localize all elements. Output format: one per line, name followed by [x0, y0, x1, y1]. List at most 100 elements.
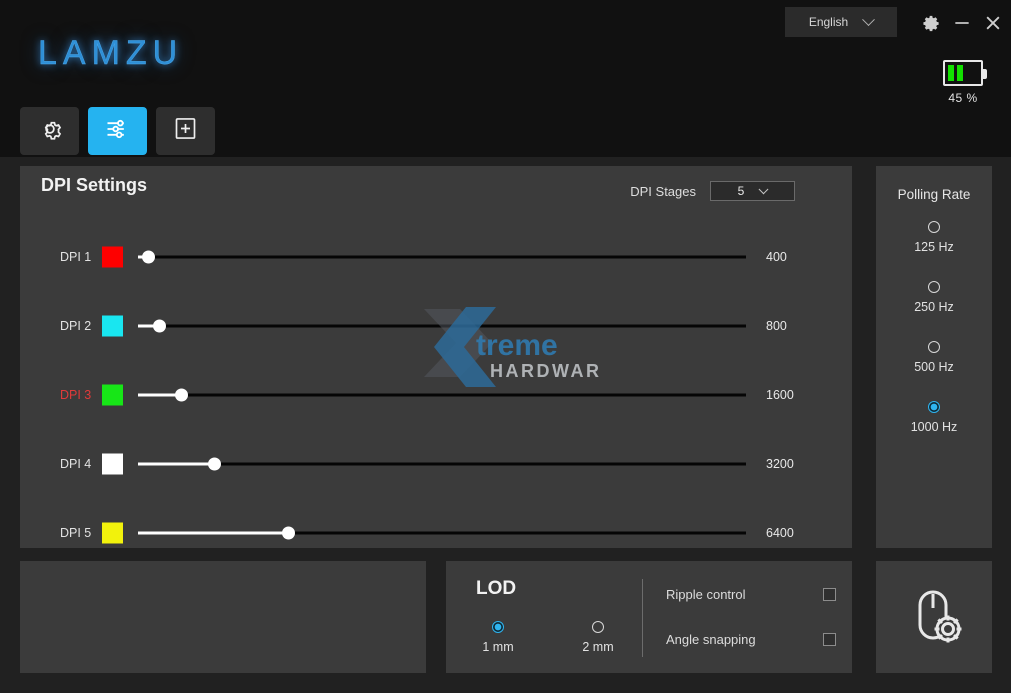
ripple-control-row[interactable]: Ripple control: [666, 587, 836, 602]
radio-icon[interactable]: [928, 221, 940, 233]
dpi-stages-select[interactable]: 5: [710, 181, 795, 201]
chevron-down-icon: [759, 184, 769, 194]
language-value: English: [809, 15, 848, 29]
slider-thumb[interactable]: [142, 250, 155, 263]
polling-rate-option-1000[interactable]: 1000 Hz: [876, 401, 992, 434]
slider-track: [138, 393, 746, 396]
dpi-settings-panel: DPI Settings DPI Stages 5 DPI 1 400 DPI: [20, 166, 852, 548]
radio-icon[interactable]: [592, 621, 604, 633]
vertical-divider: [642, 579, 643, 657]
battery-icon: [943, 60, 983, 86]
dpi-row: DPI 5 6400: [20, 498, 852, 567]
lod-option-1mm[interactable]: 1 mm: [468, 621, 528, 654]
ripple-control-label: Ripple control: [666, 587, 746, 602]
slider-track: [138, 324, 746, 327]
lod-option-label: 2 mm: [568, 640, 628, 654]
radio-icon-selected[interactable]: [492, 621, 504, 633]
battery-indicator: 45 %: [938, 60, 988, 105]
tab-performance-settings[interactable]: [88, 107, 147, 155]
lod-toggle-list: Ripple control Angle snapping: [666, 587, 836, 677]
mouse-settings-icon: [898, 579, 970, 656]
lod-options: 1 mm 2 mm: [468, 621, 628, 654]
ripple-control-checkbox[interactable]: [823, 588, 836, 601]
dpi-stages-value: 5: [738, 184, 745, 198]
dpi-row: DPI 4 3200: [20, 429, 852, 498]
slider-thumb[interactable]: [175, 388, 188, 401]
sliders-icon: [104, 115, 132, 148]
polling-rate-panel: Polling Rate 125 Hz 250 Hz 500 Hz 1000 H…: [876, 166, 992, 548]
mouse-settings-panel[interactable]: [876, 561, 992, 673]
dpi-row-list: DPI 1 400 DPI 2 800: [20, 222, 852, 567]
lod-title: LOD: [476, 578, 516, 600]
plus-square-icon: [172, 115, 199, 147]
lod-panel: LOD 1 mm 2 mm Ripple control Angle snapp…: [446, 561, 852, 673]
dpi-color-swatch[interactable]: [102, 453, 123, 474]
dpi-row: DPI 3 1600: [20, 360, 852, 429]
dpi-slider[interactable]: [138, 318, 746, 334]
polling-rate-option-250[interactable]: 250 Hz: [876, 281, 992, 314]
polling-rate-option-125[interactable]: 125 Hz: [876, 221, 992, 254]
polling-rate-option-500[interactable]: 500 Hz: [876, 341, 992, 374]
angle-snapping-label: Angle snapping: [666, 632, 756, 647]
dpi-color-swatch[interactable]: [102, 246, 123, 267]
dpi-stages-control: DPI Stages 5: [630, 181, 795, 201]
minimize-button[interactable]: [949, 10, 975, 36]
dpi-slider[interactable]: [138, 249, 746, 265]
lamzu-config-window: LAMZU English: [0, 0, 1011, 693]
slider-thumb[interactable]: [153, 319, 166, 332]
slider-thumb[interactable]: [282, 526, 295, 539]
slider-fill: [138, 462, 215, 465]
dpi-slider[interactable]: [138, 456, 746, 472]
tab-add-profile[interactable]: [156, 107, 215, 155]
dpi-stages-label: DPI Stages: [630, 184, 696, 199]
battery-percent-label: 45 %: [938, 91, 988, 105]
angle-snapping-row[interactable]: Angle snapping: [666, 632, 836, 647]
slider-thumb[interactable]: [208, 457, 221, 470]
battery-cell: [948, 65, 954, 81]
dpi-row: DPI 1 400: [20, 222, 852, 291]
polling-rate-title: Polling Rate: [876, 187, 992, 202]
slider-track: [138, 462, 746, 465]
window-controls: [918, 10, 1006, 36]
language-select[interactable]: English: [785, 7, 897, 37]
dpi-row-value: 800: [766, 319, 814, 333]
tab-bar: [20, 107, 215, 155]
dpi-row-value: 3200: [766, 457, 814, 471]
angle-snapping-checkbox[interactable]: [823, 633, 836, 646]
empty-panel: [20, 561, 426, 673]
dpi-color-swatch[interactable]: [102, 315, 123, 336]
dpi-row-label: DPI 4: [60, 457, 100, 471]
radio-icon[interactable]: [928, 341, 940, 353]
radio-icon-selected[interactable]: [928, 401, 940, 413]
dpi-row-label: DPI 3: [60, 388, 100, 402]
dpi-color-swatch[interactable]: [102, 384, 123, 405]
lod-option-label: 1 mm: [468, 640, 528, 654]
lod-option-2mm[interactable]: 2 mm: [568, 621, 628, 654]
tab-general-settings[interactable]: [20, 107, 79, 155]
polling-rate-label: 125 Hz: [876, 240, 992, 254]
polling-rate-label: 500 Hz: [876, 360, 992, 374]
radio-icon[interactable]: [928, 281, 940, 293]
dpi-row-label: DPI 1: [60, 250, 100, 264]
polling-rate-label: 250 Hz: [876, 300, 992, 314]
dpi-slider[interactable]: [138, 387, 746, 403]
chevron-down-icon: [862, 13, 875, 26]
gear-icon: [36, 115, 64, 148]
brand-logo: LAMZU: [38, 34, 183, 73]
polling-rate-options: 125 Hz 250 Hz 500 Hz 1000 Hz: [876, 221, 992, 434]
slider-track: [138, 255, 746, 258]
polling-rate-label: 1000 Hz: [876, 420, 992, 434]
close-button[interactable]: [980, 10, 1006, 36]
dpi-row: DPI 2 800: [20, 291, 852, 360]
dpi-row-label: DPI 5: [60, 526, 100, 540]
dpi-color-swatch[interactable]: [102, 522, 123, 543]
settings-gear-button[interactable]: [918, 10, 944, 36]
dpi-row-value: 1600: [766, 388, 814, 402]
dpi-slider[interactable]: [138, 525, 746, 541]
dpi-panel-title: DPI Settings: [41, 175, 147, 196]
battery-cell: [957, 65, 963, 81]
dpi-row-label: DPI 2: [60, 319, 100, 333]
dpi-row-value: 400: [766, 250, 814, 264]
slider-fill: [138, 531, 289, 534]
window-header: LAMZU English: [0, 0, 1011, 157]
